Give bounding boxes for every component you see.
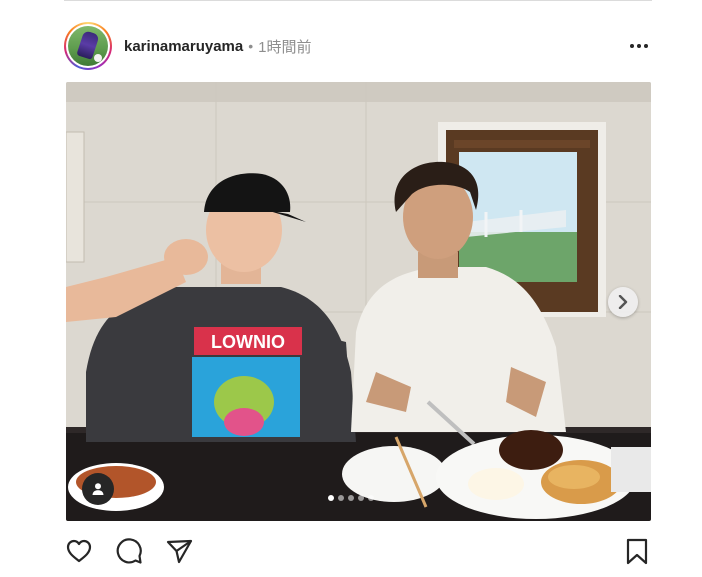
- carousel-dot: [368, 495, 374, 501]
- like-button[interactable]: [64, 536, 94, 566]
- share-button[interactable]: [164, 536, 194, 566]
- action-bar: [64, 536, 652, 568]
- carousel-dot: [328, 495, 334, 501]
- person-tag-icon: [92, 483, 104, 495]
- avatar[interactable]: [64, 22, 112, 70]
- save-button[interactable]: [622, 536, 652, 566]
- tagged-users-button[interactable]: [82, 473, 114, 505]
- carousel-indicators: [328, 495, 374, 501]
- top-divider: [64, 0, 652, 1]
- carousel-dot: [348, 495, 354, 501]
- photo-illustration: LOWNIO: [66, 82, 651, 521]
- heart-icon: [66, 539, 92, 563]
- send-icon: [166, 539, 193, 564]
- next-photo-button[interactable]: [608, 287, 638, 317]
- svg-text:LOWNIO: LOWNIO: [211, 332, 285, 352]
- bookmark-icon: [626, 538, 648, 565]
- more-options-icon[interactable]: [630, 44, 648, 48]
- post-header: karinamaruyama • 1時間前: [64, 22, 652, 70]
- username-link[interactable]: karinamaruyama: [124, 38, 243, 55]
- chevron-right-icon: [618, 295, 628, 309]
- comment-button[interactable]: [114, 536, 144, 566]
- comment-icon: [116, 538, 142, 564]
- avatar-image: [68, 26, 108, 66]
- separator-dot: •: [248, 38, 254, 54]
- post-photo[interactable]: LOWNIO: [66, 82, 651, 521]
- post-timestamp[interactable]: 1時間前: [258, 36, 311, 57]
- carousel-dot: [338, 495, 344, 501]
- carousel-dot: [358, 495, 364, 501]
